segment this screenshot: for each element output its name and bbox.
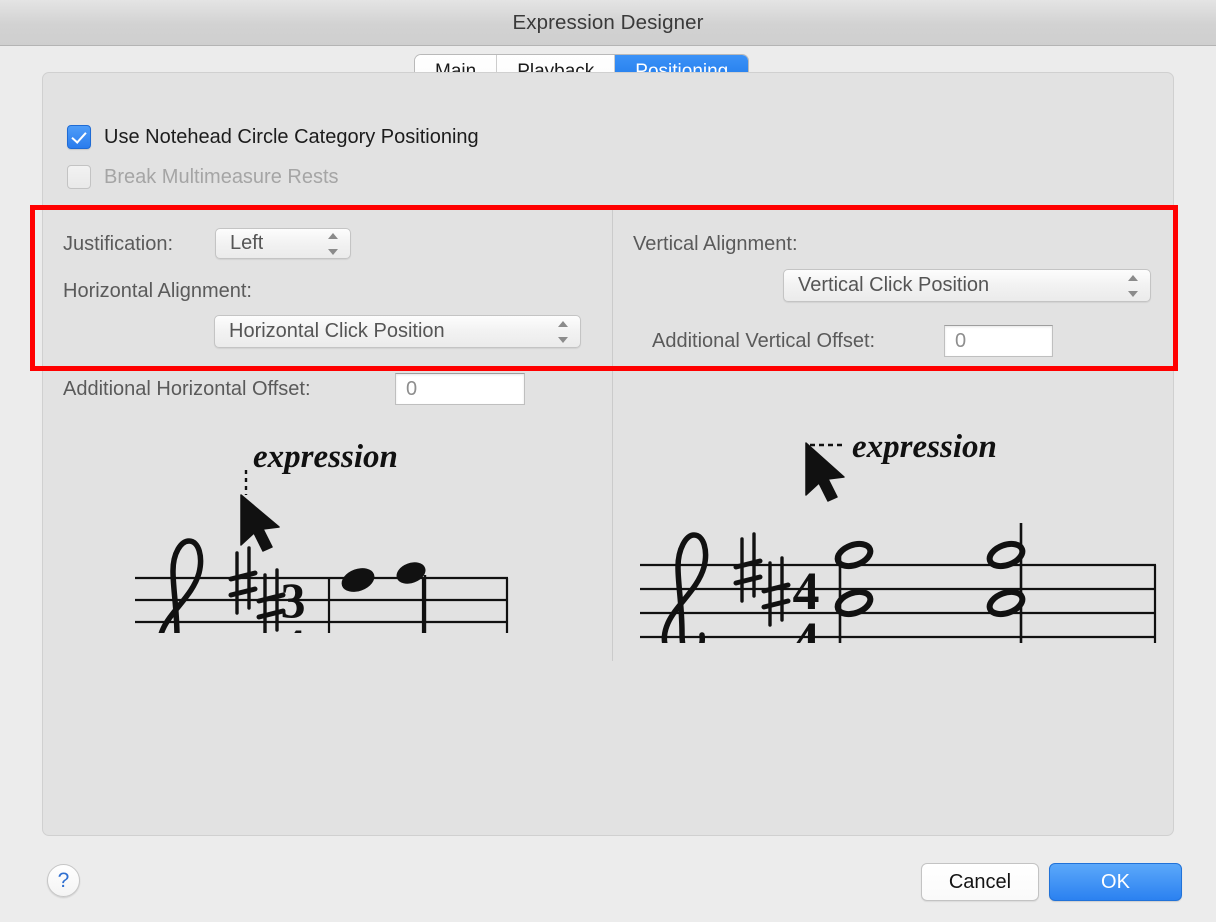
key-signature-sharps — [733, 532, 791, 627]
checkbox-row-use-notehead-circle-category-positioning[interactable]: Use Notehead Circle Category Positioning — [67, 125, 479, 149]
vertical-alignment-label: Vertical Alignment: — [633, 233, 798, 255]
ok-button[interactable]: OK — [1049, 863, 1182, 901]
vertical-alignment-popup-value: Vertical Click Position — [798, 274, 990, 296]
svg-text:4: 4 — [281, 618, 306, 633]
column-divider — [612, 206, 613, 661]
time-signature-4-4: 4 4 — [793, 561, 820, 643]
empty-checkbox-icon — [67, 165, 91, 189]
checkmark-icon[interactable] — [67, 125, 91, 149]
additional-vertical-offset-label: Additional Vertical Offset: — [652, 330, 876, 352]
chevron-up-down-icon — [557, 320, 569, 343]
additional-horizontal-offset-input[interactable]: 0 — [395, 373, 525, 405]
additional-vertical-offset-input[interactable]: 0 — [944, 325, 1053, 357]
justification-popup[interactable]: Left — [215, 228, 351, 259]
mouse-cursor-icon — [240, 494, 280, 552]
horizontal-positioning-illustration: 3 4 expression — [135, 439, 509, 633]
checkbox-label-break-multimeasure-rests: Break Multimeasure Rests — [104, 165, 339, 188]
justification-popup-value: Left — [230, 232, 264, 254]
expression-text-right: expression — [852, 429, 997, 465]
expression-text-left: expression — [253, 439, 398, 475]
justification-label: Justification: — [63, 233, 174, 255]
chord-1 — [834, 540, 874, 643]
vertical-alignment-popup[interactable]: Vertical Click Position — [783, 269, 1151, 302]
positioning-panel: Use Notehead Circle Category Positioning… — [42, 72, 1174, 836]
vertical-positioning-illustration: 4 4 expression — [640, 429, 1157, 643]
checkbox-label-use-notehead-circle-category-positioning: Use Notehead Circle Category Positioning — [104, 125, 479, 148]
key-signature-sharps — [228, 546, 286, 633]
chevron-up-down-icon — [1127, 274, 1139, 297]
svg-text:4: 4 — [793, 611, 820, 643]
additional-vertical-offset-value: 0 — [955, 329, 967, 352]
chord-2 — [986, 523, 1026, 643]
cancel-button[interactable]: Cancel — [921, 863, 1039, 901]
mouse-cursor-icon — [805, 442, 845, 502]
additional-horizontal-offset-label: Additional Horizontal Offset: — [63, 378, 311, 400]
help-button[interactable]: ? — [47, 864, 80, 897]
checkbox-row-break-multimeasure-rests: Break Multimeasure Rests — [67, 165, 339, 189]
horizontal-alignment-popup[interactable]: Horizontal Click Position — [214, 315, 581, 348]
additional-horizontal-offset-value: 0 — [406, 377, 418, 400]
horizontal-alignment-label: Horizontal Alignment: — [63, 280, 252, 302]
window-titlebar: Expression Designer — [0, 0, 1216, 46]
time-signature-3-4: 3 4 — [281, 572, 306, 633]
staff-lines — [640, 563, 1156, 639]
window-title: Expression Designer — [512, 11, 704, 34]
chevron-up-down-icon — [327, 232, 339, 255]
horizontal-alignment-popup-value: Horizontal Click Position — [229, 320, 445, 342]
treble-clef-icon — [158, 538, 204, 633]
